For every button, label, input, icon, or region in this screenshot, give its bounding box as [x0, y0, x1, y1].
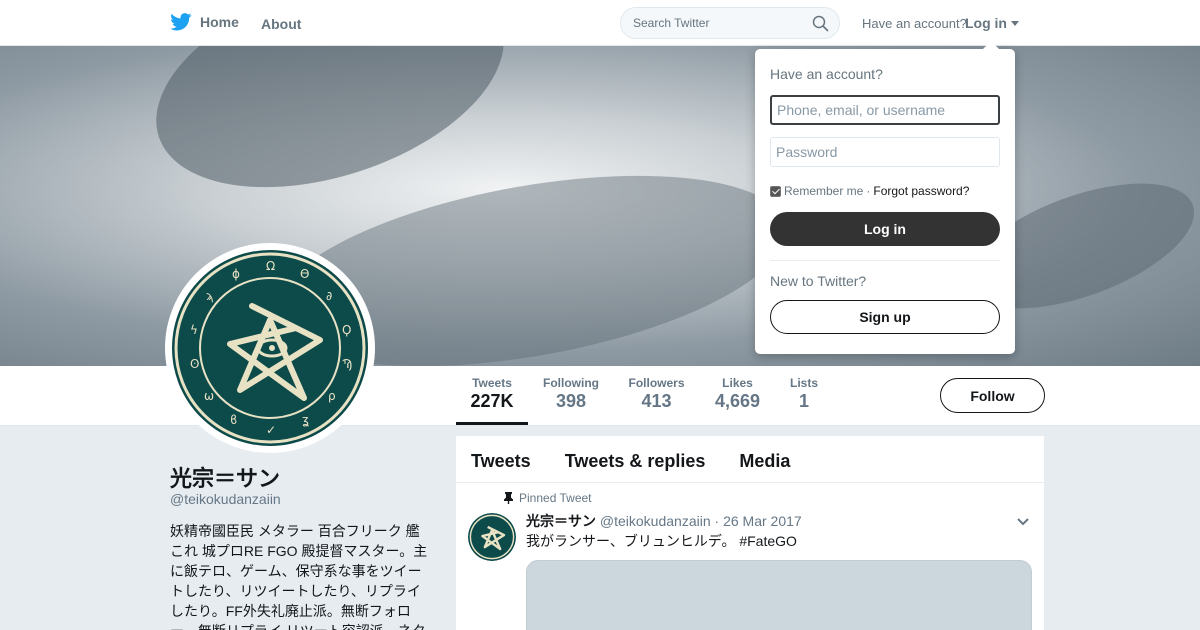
tab-tweets-and-replies[interactable]: Tweets & replies — [546, 436, 721, 482]
tweet-author-name[interactable]: 光宗＝サン — [526, 513, 596, 529]
tweet-meta-separator: · — [714, 513, 720, 529]
svg-text:ϴ: ϴ — [300, 267, 309, 281]
remember-me-label[interactable]: Remember me — [784, 184, 863, 198]
search-input[interactable]: Search Twitter — [620, 7, 840, 39]
tweet[interactable]: Pinned Tweet 光宗＝サン @teikokudanzaiin · 26… — [456, 483, 1044, 630]
profile-bio: 妖精帝國臣民 メタラー 百合フリーク 艦これ 城プロRE FGO 殿提督マスター… — [170, 523, 428, 630]
twitter-bird-icon — [170, 13, 192, 31]
password-field[interactable] — [770, 137, 1000, 167]
timeline: Tweets Tweets & replies Media Pinned Twe… — [456, 436, 1044, 630]
svg-text:Ϡ: Ϡ — [342, 357, 352, 371]
search-icon[interactable] — [812, 15, 829, 32]
chevron-down-icon[interactable] — [1016, 517, 1030, 527]
profile-handle[interactable]: @teikokudanzaiin — [170, 491, 281, 507]
tweet-avatar[interactable] — [468, 513, 516, 561]
tweet-date[interactable]: 26 Mar 2017 — [723, 513, 802, 529]
svg-text:ϕ: ϕ — [232, 267, 240, 281]
tweet-author-handle[interactable]: @teikokudanzaiin — [600, 513, 711, 529]
stat-label: Lists — [789, 376, 818, 390]
svg-text:Ϙ: Ϙ — [342, 323, 351, 337]
stat-value: 1 — [798, 391, 809, 411]
pin-icon — [504, 492, 513, 504]
pinned-indicator: Pinned Tweet — [504, 491, 592, 505]
remember-separator: · — [866, 184, 871, 198]
nav-home-link[interactable]: Home — [170, 13, 239, 31]
have-account-text: Have an account? — [862, 16, 967, 31]
svg-text:ρ: ρ — [328, 389, 336, 403]
stat-label: Following — [543, 376, 599, 390]
divider — [770, 260, 1000, 261]
nav-home-label: Home — [200, 14, 239, 30]
login-dropdown-title: Have an account? — [770, 66, 883, 82]
svg-text:ʘ: ʘ — [190, 357, 199, 371]
svg-text:✓: ✓ — [266, 423, 276, 437]
stat-following[interactable]: Following 398 — [540, 376, 602, 412]
caret-down-icon — [1011, 20, 1019, 26]
stat-value: 227K — [470, 391, 514, 411]
follow-button[interactable]: Follow — [940, 378, 1045, 413]
signup-button[interactable]: Sign up — [770, 300, 1000, 334]
stat-value: 4,669 — [714, 391, 761, 411]
profile-name[interactable]: 光宗＝サン — [170, 461, 280, 493]
stat-label: Tweets — [472, 376, 512, 390]
avatar[interactable]: Ω ϴ ∂ Ϙ Ϡρ ʓ ✓ ϐ ω ʘ ϟ ϡ ϕ — [165, 243, 375, 453]
login-dropdown: Have an account? Remember me · Forgot pa… — [755, 41, 1015, 354]
tab-media[interactable]: Media — [720, 436, 805, 482]
elder-sign-emblem-icon: Ω ϴ ∂ Ϙ Ϡρ ʓ ✓ ϐ ω ʘ ϟ ϡ ϕ — [172, 250, 368, 446]
stat-likes[interactable]: Likes 4,669 — [710, 376, 765, 412]
stat-label: Followers — [628, 376, 685, 390]
login-link-label: Log in — [965, 15, 1007, 31]
svg-text:ʓ: ʓ — [302, 413, 309, 427]
tweet-media[interactable] — [526, 560, 1032, 630]
elder-sign-emblem-icon — [468, 513, 516, 561]
nav-about-link[interactable]: About — [261, 16, 301, 32]
stat-label: Likes — [722, 376, 753, 390]
remember-me-checkbox[interactable] — [770, 185, 781, 197]
search-placeholder: Search Twitter — [633, 16, 710, 30]
login-menu-toggle[interactable]: Log in — [965, 15, 1019, 31]
svg-text:ϡ: ϡ — [206, 289, 214, 303]
stat-lists[interactable]: Lists 1 — [785, 376, 823, 412]
login-button[interactable]: Log in — [770, 212, 1000, 246]
top-nav: Home About Search Twitter Have an accoun… — [0, 0, 1200, 46]
stat-tweets[interactable]: Tweets 227K — [456, 376, 528, 425]
tweet-header: 光宗＝サン @teikokudanzaiin · 26 Mar 2017 — [526, 511, 802, 531]
username-field[interactable] — [770, 95, 1000, 125]
forgot-password-link[interactable]: Forgot password? — [873, 184, 969, 198]
svg-text:∂: ∂ — [326, 289, 332, 303]
tweet-text: 我がランサー、ブリュンヒルデ。 #FateGO — [526, 533, 797, 549]
svg-text:ϟ: ϟ — [190, 323, 198, 337]
stat-followers[interactable]: Followers 413 — [624, 376, 689, 412]
svg-text:Ω: Ω — [266, 259, 275, 273]
stat-value: 413 — [641, 391, 672, 411]
tab-tweets[interactable]: Tweets — [456, 436, 546, 482]
new-to-twitter-text: New to Twitter? — [770, 273, 867, 289]
svg-text:ϐ: ϐ — [230, 413, 237, 427]
stat-value: 398 — [555, 391, 587, 411]
remember-row: Remember me · Forgot password? — [770, 184, 969, 198]
pinned-label: Pinned Tweet — [519, 491, 592, 505]
svg-text:ω: ω — [204, 389, 214, 403]
timeline-tabs: Tweets Tweets & replies Media — [456, 436, 1044, 483]
